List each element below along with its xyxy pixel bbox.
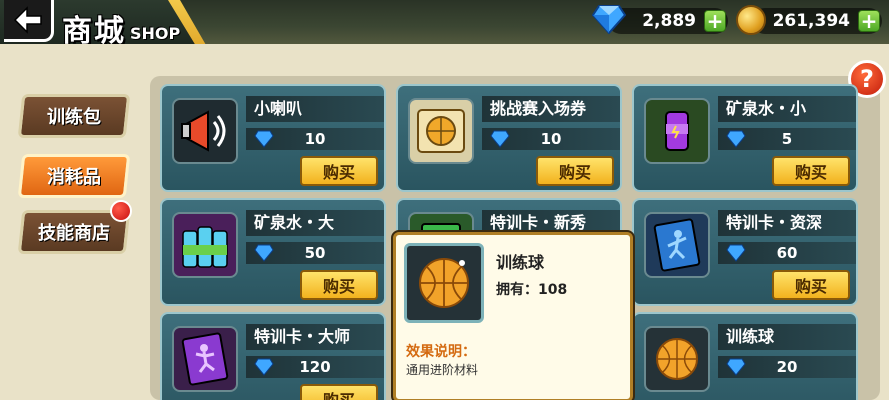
shop-item-card[interactable]: 矿泉水・大 50 购买 xyxy=(160,198,386,306)
price-value: 60 xyxy=(776,244,798,262)
item-price: 10 xyxy=(246,128,384,150)
shop-item-card[interactable]: 小喇叭 10 购买 xyxy=(160,84,386,192)
training-card-blue-icon xyxy=(644,212,710,278)
gem-icon xyxy=(254,358,274,376)
water-bottles-icon xyxy=(172,212,238,278)
item-name: 小喇叭 xyxy=(246,96,384,122)
tab-label: 消耗品 xyxy=(47,167,101,188)
price-value: 10 xyxy=(540,130,562,148)
gem-icon xyxy=(726,130,746,148)
gem-counter: 2,889 + xyxy=(592,5,728,34)
price-value: 50 xyxy=(304,244,326,262)
buy-button[interactable]: 购买 xyxy=(536,156,614,186)
gem-icon xyxy=(592,5,626,34)
buy-button[interactable]: 购买 xyxy=(772,156,850,186)
popup-owned-count: 拥有：108 xyxy=(496,282,568,298)
item-price: 5 xyxy=(718,128,856,150)
popup-effect-desc: 通用进阶材料 xyxy=(406,363,479,377)
price-value: 10 xyxy=(304,130,326,148)
buy-button[interactable]: 购买 xyxy=(772,270,850,300)
coin-icon xyxy=(736,5,766,35)
gem-amount: 2,889 xyxy=(642,11,696,31)
page-title-en: SHOP xyxy=(130,24,181,43)
shop-item-card[interactable]: 挑战赛入场券 10 购买 xyxy=(396,84,622,192)
item-name: 挑战赛入场券 xyxy=(482,96,620,122)
item-price: 50 xyxy=(246,242,384,264)
item-price: 10 xyxy=(482,128,620,150)
price-value: 20 xyxy=(776,358,798,376)
basketball-icon xyxy=(644,326,710,392)
tab-training-pack[interactable]: 训练包 xyxy=(17,94,131,138)
basketball-icon xyxy=(404,243,484,323)
item-name: 特训卡・资深 xyxy=(718,210,856,236)
tab-label: 训练包 xyxy=(47,107,101,128)
coin-amount: 261,394 xyxy=(772,11,850,31)
training-card-purple-icon xyxy=(172,326,238,392)
popup-effect-title: 效果说明： xyxy=(406,344,476,360)
gem-icon xyxy=(254,130,274,148)
shop-item-card[interactable]: 特训卡・资深 60 购买 xyxy=(632,198,858,306)
back-button[interactable] xyxy=(4,0,54,42)
gem-icon xyxy=(726,358,746,376)
item-detail-popup: 训练球 拥有：108 效果说明： 通用进阶材料 xyxy=(393,232,633,400)
coin-counter: 261,394 + xyxy=(736,5,882,35)
price-value: 120 xyxy=(299,358,331,376)
gem-icon xyxy=(254,244,274,262)
item-name: 训练球 xyxy=(718,324,856,350)
buy-button[interactable]: 购买 xyxy=(300,270,378,300)
item-name: 特训卡・大师 xyxy=(246,324,384,350)
add-coins-button[interactable]: + xyxy=(858,10,880,32)
item-name: 矿泉水・大 xyxy=(246,210,384,236)
item-price: 120 xyxy=(246,356,384,378)
item-name: 矿泉水・小 xyxy=(718,96,856,122)
shop-item-card[interactable]: 训练球 20 xyxy=(632,312,858,400)
add-gems-button[interactable]: + xyxy=(704,10,726,32)
item-price: 60 xyxy=(718,242,856,264)
price-value: 5 xyxy=(781,130,793,148)
back-arrow-icon xyxy=(13,5,42,34)
popup-item-name: 训练球 xyxy=(496,253,545,272)
buy-button[interactable]: 购买 xyxy=(300,156,378,186)
tab-consumables[interactable]: 消耗品 xyxy=(17,154,131,198)
gem-icon xyxy=(726,244,746,262)
gem-icon xyxy=(490,130,510,148)
tab-label: 技能商店 xyxy=(38,223,110,244)
shop-item-card[interactable]: 矿泉水・小 5 购买 xyxy=(632,84,858,192)
notification-badge xyxy=(110,200,132,222)
buy-button[interactable]: 购买 xyxy=(300,384,378,400)
megaphone-icon xyxy=(172,98,238,164)
water-can-icon xyxy=(644,98,710,164)
item-price: 20 xyxy=(718,356,856,378)
ticket-icon xyxy=(408,98,474,164)
shop-item-card[interactable]: 特训卡・大师 120 购买 xyxy=(160,312,386,400)
